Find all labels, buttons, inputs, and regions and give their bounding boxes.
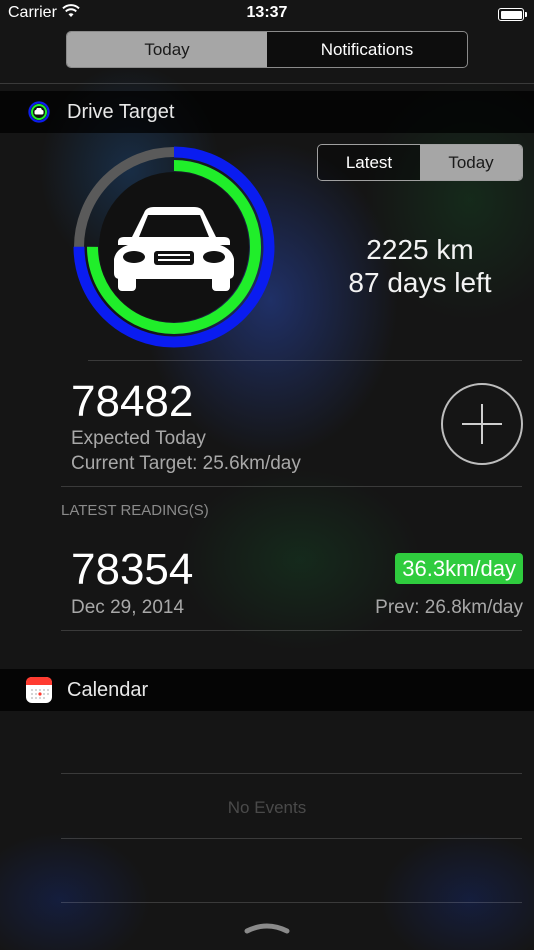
gauge-divider	[88, 360, 522, 361]
battery-tip	[525, 12, 527, 17]
distance-remaining: 2225 km	[366, 234, 474, 265]
header-divider	[0, 83, 534, 84]
current-target-label: Current Target: 25.6km/day	[71, 453, 301, 474]
add-reading-button[interactable]	[441, 383, 523, 465]
toggle-latest[interactable]: Latest	[318, 145, 420, 180]
days-left: 87 days left	[348, 267, 492, 298]
drive-target-header[interactable]: Drive Target	[0, 91, 534, 133]
calendar-divider-bottom	[61, 902, 522, 903]
latest-readings-header: LATEST READING(S)	[61, 502, 209, 519]
tab-notifications[interactable]: Notifications	[267, 32, 467, 67]
pull-handle-icon[interactable]	[243, 921, 291, 940]
calendar-divider-top	[61, 773, 522, 774]
car-icon	[112, 205, 236, 296]
period-segmented-control: Latest Today	[317, 144, 523, 181]
drive-target-title: Drive Target	[67, 101, 175, 123]
expected-odometer-value: 78482	[71, 377, 194, 426]
status-time: 13:37	[246, 4, 288, 21]
previous-rate: Prev: 26.8km/day	[375, 597, 523, 618]
expected-divider	[61, 486, 522, 487]
view-segmented-control: Today Notifications	[66, 31, 468, 68]
latest-reading-date: Dec 29, 2014	[71, 597, 185, 618]
calendar-title: Calendar	[67, 679, 149, 701]
progress-gauge	[70, 143, 278, 356]
rate-badge: 36.3km/day	[395, 553, 523, 584]
calendar-icon	[26, 677, 52, 708]
latest-reading-value: 78354	[71, 545, 194, 594]
expected-today-label: Expected Today	[71, 428, 206, 449]
calendar-divider-middle	[61, 838, 522, 839]
tab-today[interactable]: Today	[67, 32, 267, 67]
battery-icon	[498, 8, 524, 21]
readings-divider	[61, 630, 522, 631]
car-gauge-app-icon	[27, 100, 51, 129]
no-events-message: No Events	[227, 798, 307, 817]
toggle-today[interactable]: Today	[420, 145, 522, 180]
calendar-header[interactable]: Calendar	[0, 669, 534, 711]
